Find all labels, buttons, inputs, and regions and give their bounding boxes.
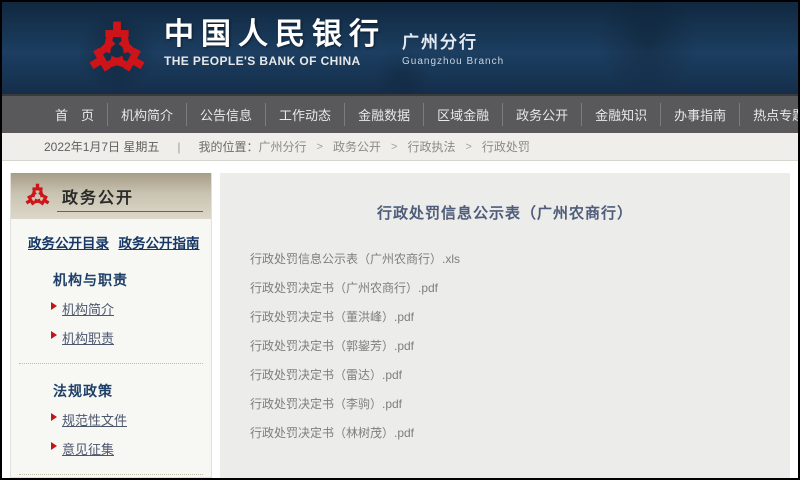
page: 中国人民银行 THE PEOPLE'S BANK OF CHINA 广州分行 G… (0, 0, 800, 480)
sidebar-item-org-duties[interactable]: 机构职责 (11, 328, 211, 348)
dotted-divider (19, 474, 203, 475)
main-nav: 首 页 机构简介 公告信息 工作动态 金融数据 区域金融 政务公开 金融知识 办… (2, 96, 798, 133)
arrow-bullet-icon (51, 442, 57, 450)
date-text: 2022年1月7日 星期五 (44, 140, 160, 154)
branch-name-cn: 广州分行 (402, 33, 478, 52)
sidebar-section-title: 机构与职责 (53, 272, 128, 288)
nav-item-financial-knowledge[interactable]: 金融知识 (582, 103, 662, 126)
sidebar-title: 政务公开 (62, 190, 135, 207)
arrow-bullet-icon (51, 302, 57, 310)
file-link-pdf-person-4[interactable]: 行政处罚决定书（李驹）.pdf (250, 397, 402, 411)
nav-item-financial-data[interactable]: 金融数据 (345, 103, 425, 126)
file-link-pdf-person-5[interactable]: 行政处罚决定书（林树茂）.pdf (250, 426, 414, 440)
list-item: 行政处罚决定书（雷达）.pdf (250, 366, 790, 395)
sidebar-menu: 政务公开目录 政务公开指南 机构与职责 机构简介 机构职责 法规政策 规范性文件… (11, 219, 211, 478)
location-label: 我的位置： (198, 140, 259, 154)
sidebar-section-title: 法规政策 (53, 383, 113, 399)
nav-item-about[interactable]: 机构简介 (108, 103, 188, 126)
file-link-pdf-person-3[interactable]: 行政处罚决定书（雷达）.pdf (250, 368, 402, 382)
list-item: 行政处罚决定书（广州农商行）.pdf (250, 279, 790, 308)
list-item: 行政处罚决定书（林树茂）.pdf (250, 424, 790, 453)
crumb-divider: | (177, 139, 181, 154)
sidebar: 政务公开 政务公开目录 政务公开指南 机构与职责 机构简介 机构职责 法规政策 … (10, 173, 212, 478)
arrow-bullet-icon (51, 331, 57, 339)
branch-title: 广州分行 Guangzhou Branch (402, 28, 504, 67)
pboc-logo-icon (86, 21, 148, 78)
list-item: 行政处罚信息公示表（广州农商行）.xls (250, 250, 790, 279)
sidebar-title-underline (57, 211, 203, 212)
sidebar-header: 政务公开 (11, 173, 211, 219)
attachment-list: 行政处罚信息公示表（广州农商行）.xls 行政处罚决定书（广州农商行）.pdf … (220, 250, 790, 453)
nav-item-regional-finance[interactable]: 区域金融 (424, 103, 504, 126)
nav-item-home[interactable]: 首 页 (42, 103, 109, 126)
breadcrumb-item-branch[interactable]: 广州分行 (259, 138, 307, 155)
breadcrumb-item-disclosure[interactable]: 政务公开 (333, 138, 381, 155)
breadcrumb-item-penalty[interactable]: 行政处罚 (482, 138, 530, 155)
sidebar-item-org-intro[interactable]: 机构简介 (11, 299, 211, 319)
file-link-pdf-person-1[interactable]: 行政处罚决定书（董洪峰）.pdf (250, 310, 414, 324)
sidebar-section-policy: 法规政策 规范性文件 意见征集 (11, 381, 211, 459)
content-area: 政务公开 政务公开目录 政务公开指南 机构与职责 机构简介 机构职责 法规政策 … (2, 173, 798, 478)
sidebar-item-normative-docs[interactable]: 规范性文件 (11, 410, 211, 430)
sidebar-section-org: 机构与职责 机构简介 机构职责 (11, 270, 211, 348)
bank-name-cn: 中国人民银行 (164, 17, 386, 52)
nav-item-hot-topics[interactable]: 热点专题 (740, 103, 798, 126)
file-link-pdf-person-2[interactable]: 行政处罚决定书（郭鋆芳）.pdf (250, 339, 414, 353)
breadcrumb-bar: 2022年1月7日 星期五 | 我的位置： 广州分行 > 政务公开 > 行政执法… (2, 133, 798, 161)
file-link-xls-table[interactable]: 行政处罚信息公示表（广州农商行）.xls (250, 252, 460, 266)
arrow-bullet-icon (51, 413, 57, 421)
site-header: 中国人民银行 THE PEOPLE'S BANK OF CHINA 广州分行 G… (2, 2, 798, 96)
sidebar-top-links: 政务公开目录 政务公开指南 (11, 232, 211, 253)
breadcrumb-separator: > (465, 140, 472, 153)
list-item: 行政处罚决定书（李驹）.pdf (250, 395, 790, 424)
nav-item-gov-disclosure[interactable]: 政务公开 (503, 103, 583, 126)
bank-title: 中国人民银行 THE PEOPLE'S BANK OF CHINA (164, 17, 386, 69)
file-link-pdf-bank[interactable]: 行政处罚决定书（广州农商行）.pdf (250, 281, 438, 295)
bank-name-en: THE PEOPLE'S BANK OF CHINA (164, 54, 361, 68)
sidebar-link-disclosure-guide[interactable]: 政务公开指南 (118, 236, 199, 251)
nav-item-announcements[interactable]: 公告信息 (187, 103, 267, 126)
pboc-mini-logo-icon (24, 183, 51, 208)
main-panel: 行政处罚信息公示表（广州农商行） 行政处罚信息公示表（广州农商行）.xls 行政… (220, 173, 790, 478)
list-item: 行政处罚决定书（郭鋆芳）.pdf (250, 337, 790, 366)
page-title: 行政处罚信息公示表（广州农商行） (376, 205, 633, 222)
nav-item-service-guide[interactable]: 办事指南 (661, 103, 741, 126)
dotted-divider (19, 363, 203, 364)
spacer (2, 161, 798, 173)
list-item: 行政处罚决定书（董洪峰）.pdf (250, 308, 790, 337)
breadcrumb-separator: > (316, 140, 323, 153)
sidebar-link-disclosure-catalog[interactable]: 政务公开目录 (28, 236, 109, 251)
branch-name-en: Guangzhou Branch (402, 56, 505, 67)
breadcrumb-separator: > (391, 140, 398, 153)
sidebar-item-opinion-solicit[interactable]: 意见征集 (11, 439, 211, 459)
breadcrumb-item-enforcement[interactable]: 行政执法 (407, 138, 455, 155)
nav-item-work-news[interactable]: 工作动态 (266, 103, 346, 126)
